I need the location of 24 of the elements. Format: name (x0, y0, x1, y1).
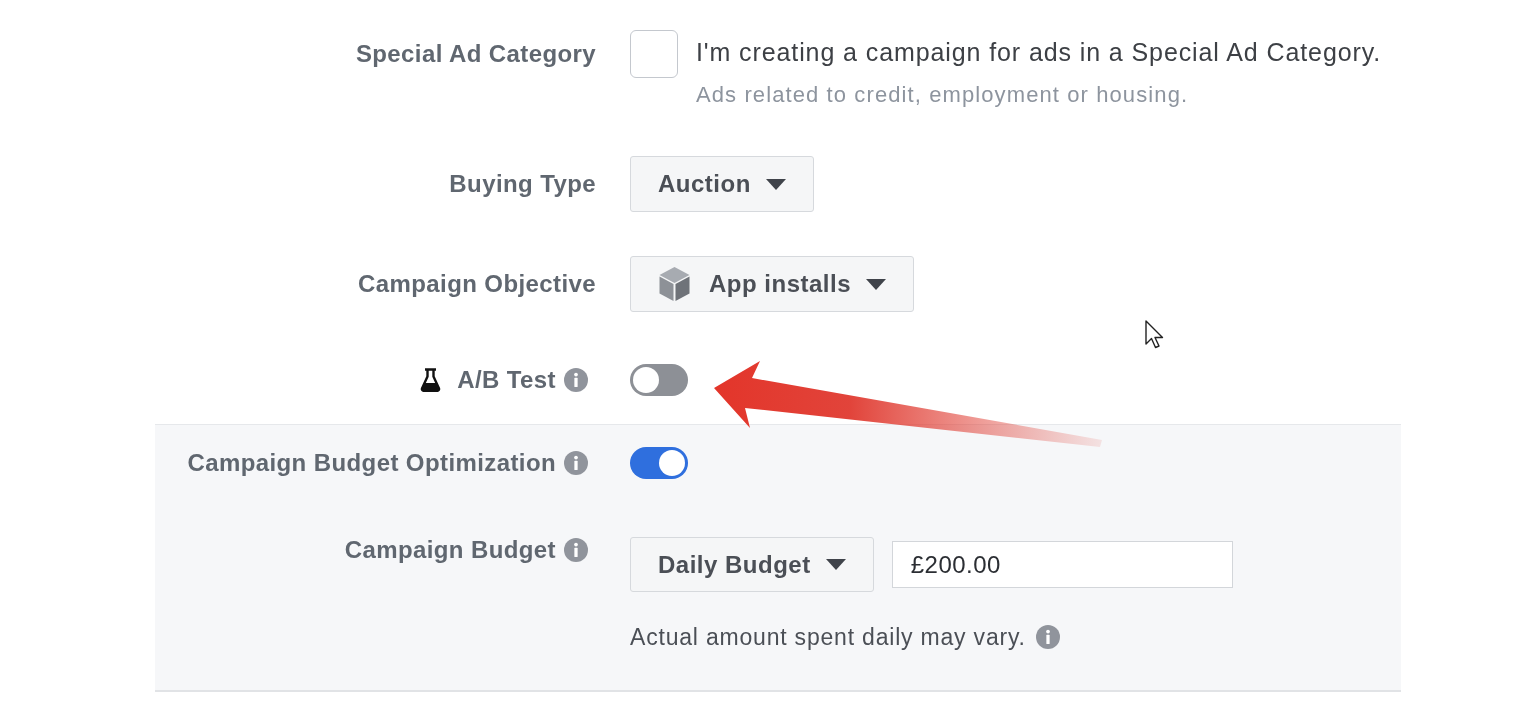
toggle-switch[interactable] (630, 364, 688, 396)
checkbox-label: I'm creating a campaign for ads in a Special Ad Category. (696, 37, 1382, 67)
cursor-icon (1145, 320, 1164, 349)
checkbox[interactable] (630, 30, 678, 78)
info-icon[interactable] (564, 368, 588, 392)
field-label: Campaign Budget (344, 537, 556, 563)
toggle-switch[interactable] (630, 447, 688, 479)
info-icon[interactable] (564, 451, 588, 475)
caret-icon (866, 278, 887, 290)
helper-text: Ads related to credit, employment or housing. (696, 82, 1190, 108)
field-label: Campaign Budget Optimization (187, 450, 556, 476)
dropdown-button[interactable]: Daily Budget (630, 537, 874, 592)
field-label: Campaign Objective (358, 271, 596, 297)
field-label: Special Ad Category (355, 41, 596, 67)
dropdown-button[interactable]: Auction (630, 156, 814, 212)
info-icon[interactable] (1035, 625, 1060, 649)
field-label: Buying Type (449, 171, 596, 197)
note-text: Actual amount spent daily may vary. (630, 624, 1026, 650)
caret-icon (765, 178, 786, 190)
info-icon[interactable] (564, 538, 588, 562)
amount-input[interactable]: £200.00 (891, 541, 1233, 588)
dropdown-button[interactable]: App installs (630, 256, 915, 312)
caret-icon (825, 559, 846, 570)
field-label: A/B Test (457, 367, 556, 393)
